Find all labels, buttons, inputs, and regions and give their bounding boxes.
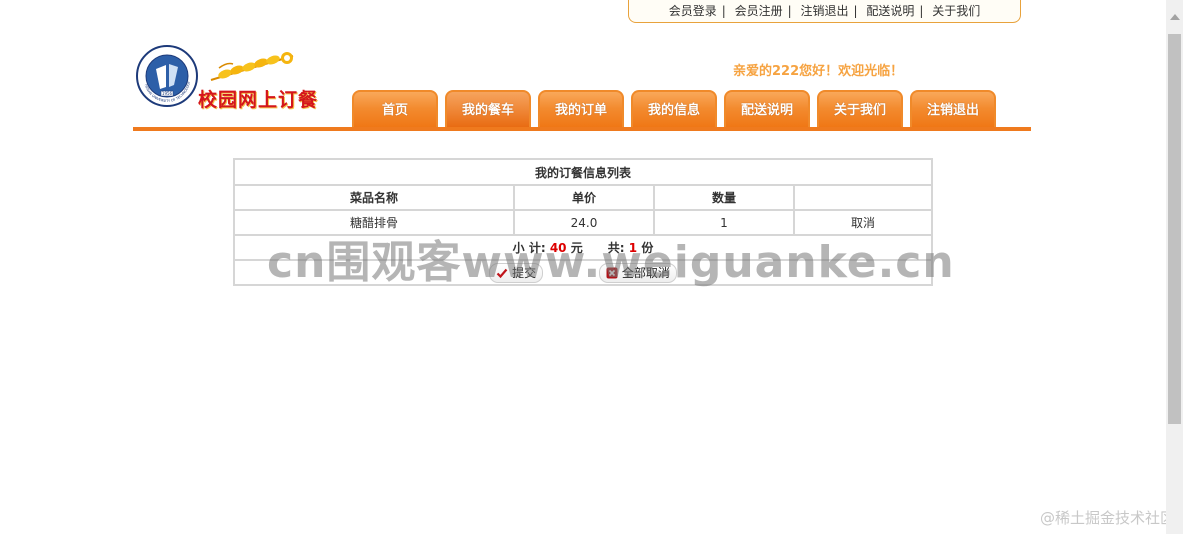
cancel-all-button[interactable]: 全部取消 [598,262,677,283]
subtotal-unit: 元 [570,241,583,255]
table-row: 糖醋排骨 24.0 1 取消 [233,209,933,236]
nav-divider [133,127,1031,131]
unit-price-cell: 24.0 [513,209,655,236]
separator: | [919,4,924,18]
submit-button-label: 提交 [512,266,537,280]
header-dish-name: 菜品名称 [233,184,515,211]
tab-logout[interactable]: 注销退出 [910,90,996,128]
tab-my-cart[interactable]: 我的餐车 [445,90,531,128]
header-action [793,184,933,211]
order-table: 我的订餐信息列表 菜品名称 单价 数量 糖醋排骨 24.0 1 取消 小 计: … [233,158,933,286]
close-icon [606,267,618,278]
subtotal-value: 40 [549,241,567,255]
count-unit: 份 [641,241,654,255]
header-quantity: 数量 [653,184,795,211]
tab-home[interactable]: 首页 [352,90,438,128]
register-link[interactable]: 会员注册 [732,4,786,18]
cancel-item-link[interactable]: 取消 [851,216,875,230]
corner-watermark: @稀土掘金技术社区 [1039,509,1175,527]
welcome-message: 亲爱的222您好！欢迎光临！ [733,64,904,79]
separator: | [853,4,858,18]
table-caption: 我的订餐信息列表 [233,158,933,186]
site-name-logo: 校园网上订餐 [198,89,319,111]
logout-link[interactable]: 注销退出 [797,4,851,18]
subtotal-label: 小 计: [512,241,546,255]
scroll-up-arrow-icon[interactable] [1170,14,1180,20]
summary-row: 小 计: 40 元 共: 1 份 [233,234,933,261]
tab-about-us[interactable]: 关于我们 [817,90,903,128]
actions-row: 提交 全部取消 [233,259,933,286]
about-us-link[interactable]: 关于我们 [929,4,983,18]
count-label: 共: [607,241,625,255]
vertical-scrollbar[interactable] [1166,0,1183,534]
seal-year: 1956 [162,91,173,96]
quantity-cell: 1 [653,209,795,236]
scroll-thumb[interactable] [1168,34,1181,424]
wheat-logo-icon [210,52,294,81]
tab-my-orders[interactable]: 我的订单 [538,90,624,128]
tab-delivery-info[interactable]: 配送说明 [724,90,810,128]
table-header-row: 菜品名称 单价 数量 [233,184,933,211]
dish-name-cell: 糖醋排骨 [233,209,515,236]
separator: | [721,4,726,18]
submit-button[interactable]: 提交 [489,262,544,283]
university-seal-logo: 1956 HENAN UNIVERSITY OF TECHNOLOGY [136,45,198,107]
cancel-all-button-label: 全部取消 [621,266,670,280]
header-unit-price: 单价 [513,184,655,211]
delivery-info-link[interactable]: 配送说明 [863,4,917,18]
checkmark-icon [496,268,508,278]
login-link[interactable]: 会员登录 [666,4,720,18]
tab-my-info[interactable]: 我的信息 [631,90,717,128]
separator: | [787,4,792,18]
top-links-bar: 会员登录 | 会员注册 | 注销退出 | 配送说明 | 关于我们 [628,0,1021,23]
count-value: 1 [628,241,638,255]
